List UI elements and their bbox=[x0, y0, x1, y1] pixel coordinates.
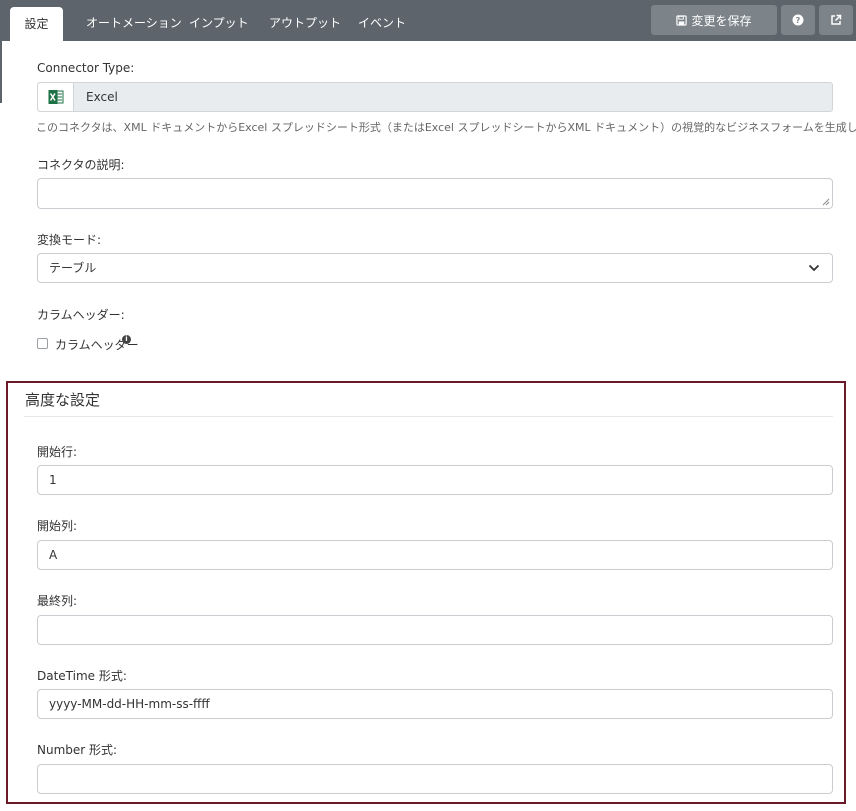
number-format-label: Number 形式: bbox=[37, 743, 118, 757]
tab-settings[interactable]: 設定 bbox=[10, 7, 63, 41]
left-edge bbox=[0, 41, 2, 103]
tab-automation[interactable]: オートメーション bbox=[86, 0, 182, 41]
advanced-settings-title: 高度な設定 bbox=[25, 391, 101, 409]
start-col-input[interactable]: A bbox=[37, 540, 833, 570]
tab-input[interactable]: インプット bbox=[189, 0, 249, 41]
save-button-label: 変更を保存 bbox=[691, 13, 752, 28]
tab-events[interactable]: イベント bbox=[358, 0, 406, 41]
help-button[interactable]: ? bbox=[781, 5, 815, 35]
connector-description-input[interactable] bbox=[37, 178, 833, 209]
datetime-format-label: DateTime 形式: bbox=[37, 669, 127, 683]
conversion-mode-select[interactable]: テーブル bbox=[37, 253, 833, 283]
connector-type-label: Connector Type: bbox=[37, 61, 135, 75]
top-toolbar: 設定 オートメーション インプット アウトプット イベント 変更を保存 ? bbox=[0, 0, 856, 41]
conversion-mode-label: 変換モード: bbox=[37, 233, 102, 247]
open-external-button[interactable] bbox=[819, 5, 853, 35]
end-col-input[interactable] bbox=[37, 615, 833, 645]
start-row-label: 開始行: bbox=[37, 445, 78, 459]
end-col-label: 最終列: bbox=[37, 594, 78, 608]
excel-icon bbox=[48, 90, 63, 104]
advanced-settings-divider bbox=[24, 416, 833, 417]
number-format-input[interactable] bbox=[37, 764, 833, 794]
start-row-value: 1 bbox=[49, 473, 57, 487]
conversion-mode-value: テーブル bbox=[49, 261, 97, 275]
svg-text:?: ? bbox=[796, 16, 801, 25]
datetime-format-input[interactable]: yyyy-MM-dd-HH-mm-ss-ffff bbox=[37, 689, 833, 719]
start-col-label: 開始列: bbox=[37, 519, 78, 533]
info-icon[interactable]: i bbox=[122, 335, 131, 344]
connector-type-field: Excel bbox=[37, 82, 833, 112]
datetime-format-value: yyyy-MM-dd-HH-mm-ss-ffff bbox=[49, 697, 210, 711]
connector-description-text: このコネクタは、XML ドキュメントからExcel スプレッドシート形式（または… bbox=[36, 121, 856, 134]
external-link-icon bbox=[831, 14, 842, 25]
connector-description-label: コネクタの説明: bbox=[37, 158, 125, 172]
tab-output[interactable]: アウトプット bbox=[269, 0, 341, 41]
save-button[interactable]: 変更を保存 bbox=[651, 5, 777, 35]
chevron-down-icon bbox=[808, 264, 820, 272]
advanced-settings-panel bbox=[6, 381, 846, 804]
help-icon: ? bbox=[792, 14, 804, 26]
resize-handle-icon[interactable] bbox=[822, 198, 830, 206]
connector-type-value: Excel bbox=[86, 90, 118, 104]
start-row-input[interactable]: 1 bbox=[37, 465, 833, 495]
column-header-checkbox[interactable] bbox=[37, 338, 48, 349]
column-header-label: カラムヘッダー: bbox=[37, 308, 125, 322]
start-col-value: A bbox=[49, 548, 58, 562]
save-icon bbox=[676, 14, 688, 26]
